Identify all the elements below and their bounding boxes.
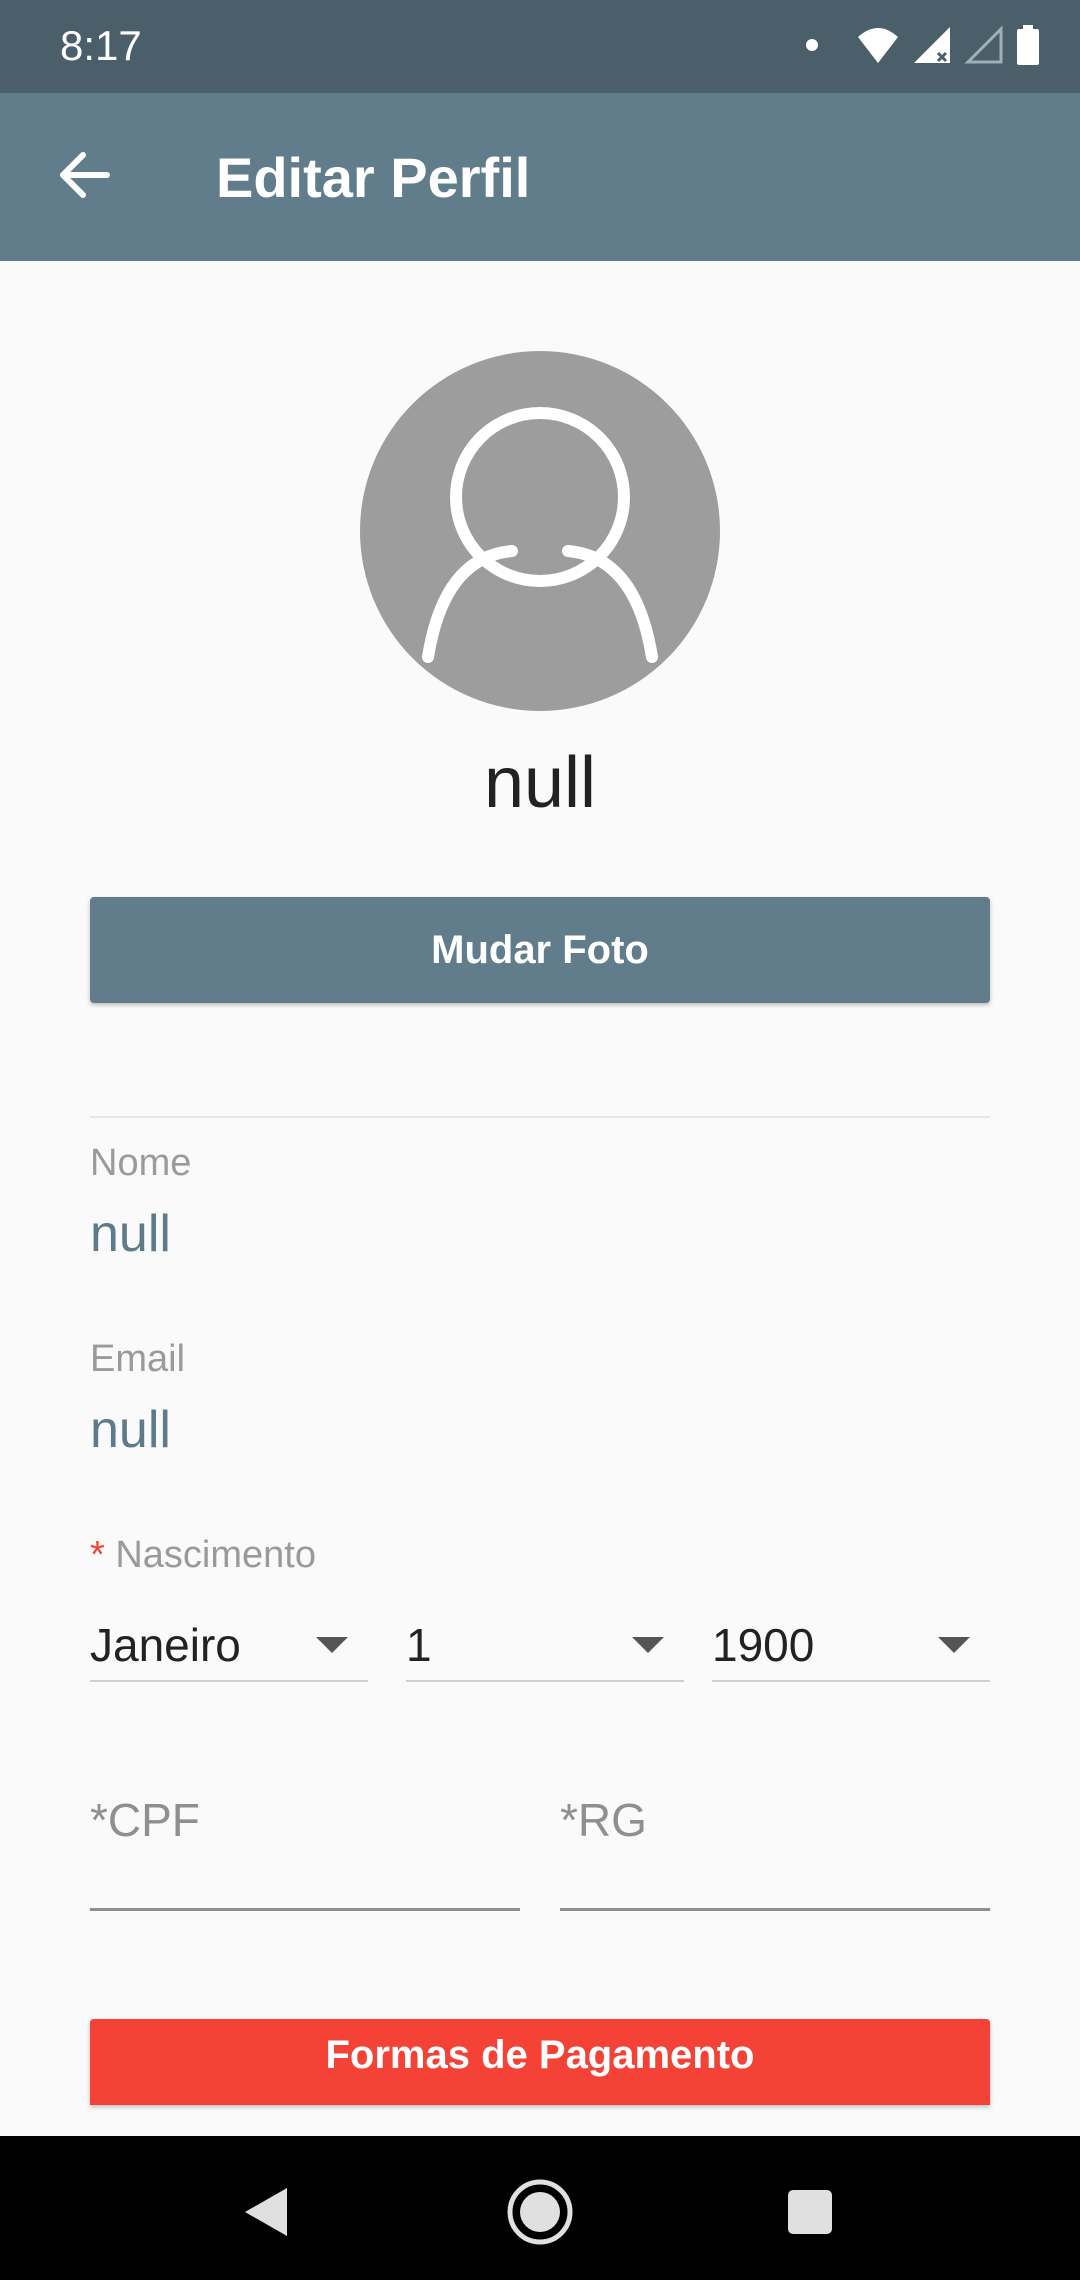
payment-methods-button[interactable]: Formas de Pagamento [90,2019,990,2105]
nav-back-icon [245,2188,287,2236]
battery-icon [1016,24,1040,70]
nav-home-button[interactable] [500,2172,580,2252]
status-time: 8:17 [60,22,142,69]
signal-empty-icon [964,24,1004,70]
day-dropdown[interactable]: 1 [406,1610,684,1682]
month-dropdown[interactable]: Janeiro [90,1610,368,1682]
required-marker: * [90,1534,105,1576]
signal-icon [912,25,952,70]
avatar[interactable] [360,351,720,711]
back-button[interactable] [44,137,124,217]
day-value: 1 [406,1619,432,1671]
nascimento-label-group: * Nascimento [90,1534,316,1577]
app-bar: Editar Perfil [0,93,1080,261]
year-dropdown[interactable]: 1900 [712,1610,990,1682]
nav-recents-button[interactable] [770,2172,850,2252]
status-icons [804,22,1040,72]
profile-name: null [483,743,597,823]
email-label: Email [90,1338,186,1380]
person-icon [422,407,658,663]
navigation-bar [0,2136,1080,2280]
wifi-icon [856,25,900,70]
nav-home-icon [507,2179,573,2245]
email-value: null [90,1401,171,1459]
nav-recents-icon [788,2190,832,2234]
divider [90,1116,990,1118]
rg-input[interactable] [560,1780,990,1860]
notification-dot-icon [804,37,820,58]
dropdown-arrow-icon [316,1637,348,1653]
page-title: Editar Perfil [216,146,531,209]
dropdown-arrow-icon [632,1637,664,1653]
nav-back-button[interactable] [226,2172,306,2252]
nome-label: Nome [90,1142,192,1184]
cpf-field [90,1780,520,1911]
year-value: 1900 [712,1619,815,1671]
dropdown-arrow-icon [938,1637,970,1653]
change-photo-button[interactable]: Mudar Foto [90,897,990,1003]
nascimento-label: Nascimento [115,1534,316,1576]
cpf-input[interactable] [90,1780,520,1860]
rg-field [560,1780,990,1911]
status-bar: 8:17 [0,0,1080,93]
arrow-back-icon [57,151,111,204]
month-value: Janeiro [90,1619,241,1671]
nome-value: null [90,1205,171,1263]
